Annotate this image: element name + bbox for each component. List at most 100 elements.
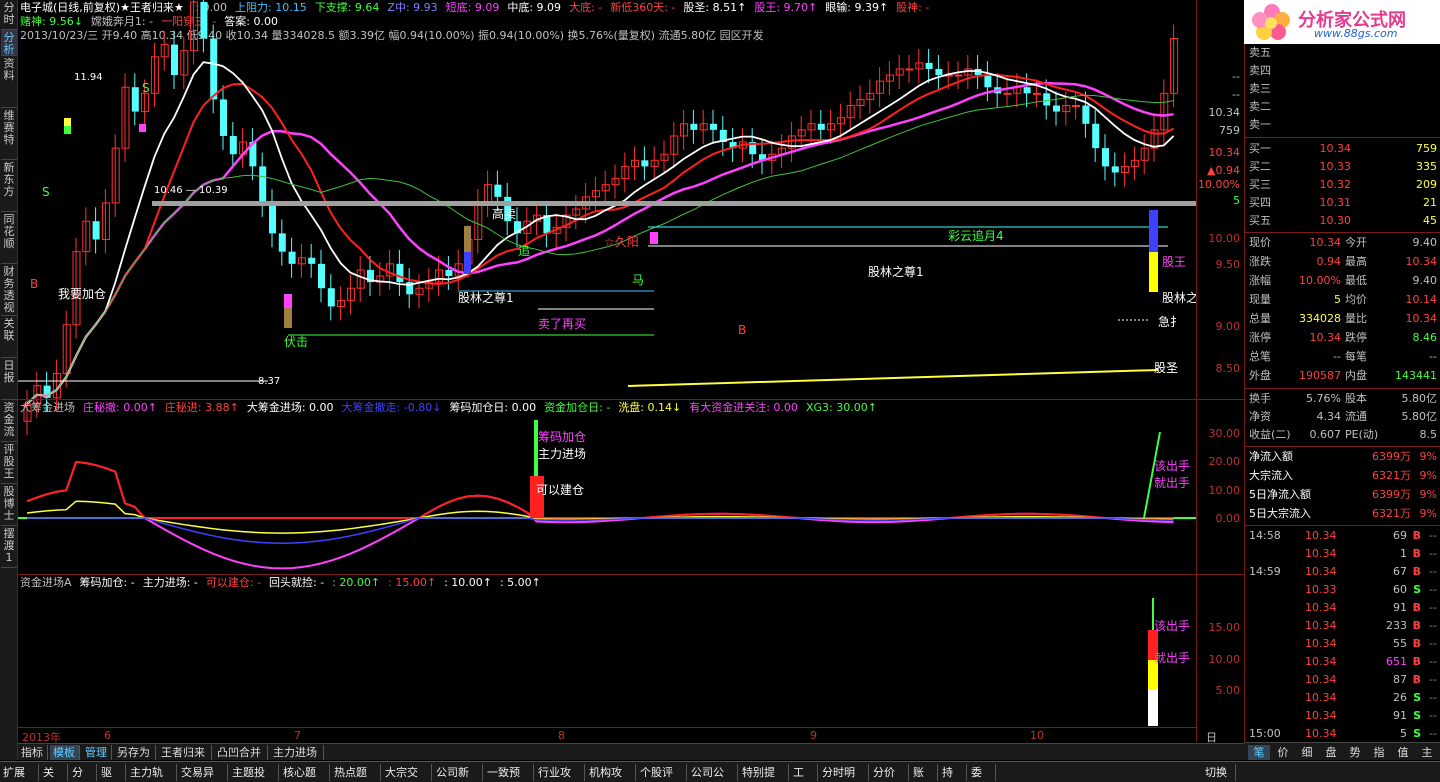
quote-stat-row: 涨跌 0.94 最高 10.34: [1245, 253, 1440, 271]
left-tab-3[interactable]: 维赛特: [1, 108, 17, 160]
tick-price: 10.34: [1305, 727, 1337, 740]
chart-low-label: 8.37: [258, 376, 280, 387]
flow-value: 6399万: [1372, 488, 1411, 501]
chart-area[interactable]: 电子城(日线,前复权)★王者归来★ : 0.00 上阻力: 10.15 下支撑: 9…: [18, 0, 1196, 742]
left-tab-12[interactable]: 摆渡1: [1, 526, 17, 568]
function-tab-13[interactable]: 机构攻略: [586, 764, 636, 781]
left-tab-4[interactable]: 新东方: [1, 160, 17, 212]
function-tab-14[interactable]: 个股评级: [637, 764, 687, 781]
left-tab-11[interactable]: 股博士: [1, 484, 17, 526]
left-tab-10[interactable]: 评股王: [1, 442, 17, 484]
candle-body: [690, 123, 698, 130]
quote-stat-row: 现价 10.34 今开 9.40: [1245, 234, 1440, 252]
ind1-jiu-label: 就出手: [1154, 476, 1190, 490]
signal-bar-magenta: [650, 232, 658, 244]
panel-separator: [18, 574, 1244, 575]
function-tab-1[interactable]: 关联: [40, 764, 68, 781]
left-tab-6[interactable]: 财务透视: [1, 264, 17, 316]
flow-pct: 9%: [1419, 507, 1437, 520]
fund-flow-row: 5日净流入额 6399万 9%: [1245, 486, 1440, 504]
function-tab-2[interactable]: 分布: [69, 764, 97, 781]
signal-bar-yellow: [1149, 252, 1158, 292]
axis-top-value: --: [1232, 70, 1240, 83]
function-tab-15[interactable]: 公司公告: [688, 764, 738, 781]
divider: [1245, 525, 1440, 526]
left-tab-8[interactable]: 日报: [1, 358, 17, 400]
tick-row: 10.33 60 S --: [1245, 581, 1440, 599]
function-tab-17[interactable]: 工具: [790, 764, 818, 781]
function-tab-6[interactable]: 主题投资: [229, 764, 279, 781]
tick-price: 10.34: [1305, 655, 1337, 668]
function-tab-9[interactable]: 大宗交易: [382, 764, 432, 781]
quote-tab-4[interactable]: 势: [1344, 745, 1366, 760]
function-tab-8[interactable]: 热点题材: [331, 764, 381, 781]
left-tab-7[interactable]: 关联: [1, 316, 17, 358]
indicator-tab-5[interactable]: 凸凹合并: [214, 745, 268, 760]
stat-value: 5.80亿: [1401, 392, 1438, 405]
stat-label: 总笔: [1249, 350, 1271, 363]
tick-flag: B: [1412, 565, 1421, 578]
indicator-tab-0[interactable]: 指标: [18, 745, 48, 760]
stat-label: 每笔: [1345, 350, 1367, 363]
stat-value: 10.34: [1309, 236, 1342, 249]
buy-signal-label: B: [30, 277, 38, 291]
flow-label: 净流入额: [1249, 450, 1293, 463]
function-tab-18[interactable]: 分时明细: [819, 764, 869, 781]
function-tab-5[interactable]: 交易异动: [178, 764, 228, 781]
left-tab-1[interactable]: 分析: [1, 30, 17, 56]
stat-value: 5: [1334, 293, 1341, 306]
function-tab-20[interactable]: 账户: [910, 764, 938, 781]
function-tab-12[interactable]: 行业攻略: [535, 764, 585, 781]
function-tab-19[interactable]: 分价表: [870, 764, 909, 781]
left-tab-0[interactable]: 分时: [1, 0, 17, 30]
quote-stat-row: 净资 4.34 流通 5.80亿: [1245, 408, 1440, 426]
tick-price: 10.33: [1305, 583, 1337, 596]
quote-tab-1[interactable]: 价: [1272, 745, 1294, 760]
quote-tab-0[interactable]: 笔: [1248, 745, 1270, 760]
stat-value: 143441: [1395, 369, 1437, 382]
flow-value: 6321万: [1372, 507, 1411, 520]
function-tab-4[interactable]: 主力轨迹: [127, 764, 177, 781]
quote-tab-7[interactable]: 主: [1416, 745, 1438, 760]
tick-flag: B: [1412, 673, 1421, 686]
indicator-tab-1[interactable]: 模板: [50, 745, 80, 760]
function-tab-16[interactable]: 特别提示: [739, 764, 789, 781]
tick-volume: 91: [1393, 709, 1407, 722]
function-tab-0[interactable]: 扩展区: [0, 764, 39, 781]
tick-extra: --: [1429, 583, 1437, 596]
function-tab-22[interactable]: 委托: [968, 764, 996, 781]
ma-label: 马: [632, 273, 644, 287]
indicator-tab-4[interactable]: 王者归来: [158, 745, 212, 760]
tick-volume: 87: [1393, 673, 1407, 686]
tick-flag: B: [1412, 655, 1421, 668]
logo: 分析家公式网 www.88gs.com: [1244, 0, 1440, 44]
tick-volume: 55: [1393, 637, 1407, 650]
indicator-tab-6[interactable]: 主力进场: [270, 745, 324, 760]
stat-value: 190587: [1299, 369, 1341, 382]
function-tab-11[interactable]: 一致预期: [484, 764, 534, 781]
candle-body: [984, 75, 992, 88]
function-tab-3[interactable]: 驱动: [98, 764, 126, 781]
quote-stat-row: 涨幅 10.00% 最低 9.40: [1245, 272, 1440, 290]
candle-body: [308, 257, 316, 264]
tick-time: 14:59: [1249, 565, 1281, 578]
indicator-tab-3[interactable]: 另存为: [114, 745, 156, 760]
buy-label: 买一: [1249, 142, 1271, 155]
left-tab-2[interactable]: 资料: [1, 56, 17, 108]
function-tab-21[interactable]: 持仓: [939, 764, 967, 781]
switch-tab[interactable]: 切换: [1202, 764, 1236, 781]
tick-volume: 5: [1400, 727, 1407, 740]
function-tab-7[interactable]: 核心题材: [280, 764, 330, 781]
function-tab-10[interactable]: 公司新闻: [433, 764, 483, 781]
indicator2-value: 主力进场: -: [142, 576, 198, 589]
left-tab-9[interactable]: 资金流: [1, 400, 17, 442]
buy-label: 买三: [1249, 178, 1271, 191]
quote-tab-5[interactable]: 指: [1368, 745, 1390, 760]
candlestick-chart[interactable]: 11.94 8.37 10.46 — 10.39 高卖追 ☆久阳 彩云追月4 股王股林之急扌…: [18, 0, 1196, 742]
quote-tab-3[interactable]: 盘: [1320, 745, 1342, 760]
panel-separator: [18, 399, 1244, 400]
quote-tab-6[interactable]: 值: [1392, 745, 1414, 760]
quote-tab-2[interactable]: 细: [1296, 745, 1318, 760]
indicator-tab-2[interactable]: 管理: [82, 745, 112, 760]
left-tab-5[interactable]: 同花顺: [1, 212, 17, 264]
